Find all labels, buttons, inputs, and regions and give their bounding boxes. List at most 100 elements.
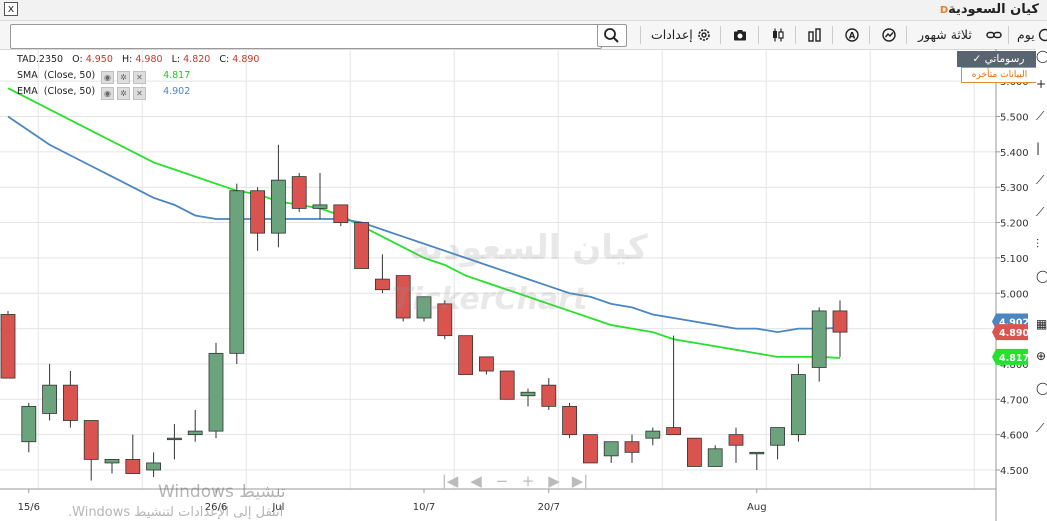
activation-subtitle: انتقل إلى الإعدادات لتنشيط Windows. xyxy=(68,505,284,520)
scroll-start-icon[interactable]: |◀ xyxy=(437,472,463,490)
gear-icon[interactable] xyxy=(697,28,711,42)
legend-sma-label: SMA (Close, 50) xyxy=(17,70,95,81)
gear-icon[interactable]: ✲ xyxy=(117,87,131,100)
magnet-icon[interactable]: ◯ xyxy=(1036,381,1047,395)
candle-body xyxy=(624,441,640,453)
legend-open: 4.950 xyxy=(85,54,113,65)
camera-icon[interactable] xyxy=(733,28,747,42)
toolbar-separator xyxy=(1008,26,1009,44)
gear-icon[interactable]: ✲ xyxy=(117,71,131,84)
search-input[interactable] xyxy=(10,24,602,49)
candle-body xyxy=(749,451,765,455)
collapse-icon[interactable]: ◯ xyxy=(1036,49,1047,63)
settings-button[interactable]: إعدادات xyxy=(651,27,693,42)
eye-icon[interactable]: ◉ xyxy=(101,71,115,84)
zoom-out-icon[interactable]: − xyxy=(489,472,515,490)
toolbar-separator xyxy=(906,26,907,44)
ruler-icon[interactable]: ⟋ xyxy=(1036,421,1047,436)
clock-icon[interactable] xyxy=(1038,28,1047,42)
x-tick-label: 15/6 xyxy=(18,502,40,513)
link-icon[interactable] xyxy=(986,28,1002,42)
candle-body xyxy=(687,437,702,467)
candle-body xyxy=(333,204,349,223)
candle-body xyxy=(63,384,78,421)
eye-icon[interactable]: ◉ xyxy=(101,87,115,100)
candle-body xyxy=(42,384,57,414)
sma-params: (Close, 50) xyxy=(43,70,96,81)
candle-body xyxy=(83,420,99,460)
realtime-label: رسوماتي xyxy=(984,53,1025,65)
crosshair-icon[interactable]: + xyxy=(1036,77,1047,91)
chart-navigation: |◀ ◀ − + ▶ ▶| xyxy=(437,472,593,490)
y-tick-label: 5.000 xyxy=(1000,289,1029,300)
indicators-icon[interactable] xyxy=(808,28,822,42)
legend-sma: SMA (Close, 50) ◉ ✲ ✕ 4.817 xyxy=(17,70,259,86)
candle-body xyxy=(374,278,390,291)
period-label: يوم xyxy=(1017,27,1035,42)
scroll-right-icon[interactable]: ▶ xyxy=(541,472,567,490)
candle-body xyxy=(312,204,328,209)
scroll-left-icon[interactable]: ◀ xyxy=(463,472,489,490)
legend-symbol: TAD.2350 xyxy=(17,54,64,65)
toolbar-separator xyxy=(758,26,759,44)
ema-params: (Close, 50) xyxy=(43,86,96,97)
add-icon[interactable]: ⊕ xyxy=(1036,349,1047,363)
vertical-line-icon[interactable]: | xyxy=(1036,141,1047,155)
legend-sma-value: 4.817 xyxy=(163,70,191,81)
search-button[interactable] xyxy=(597,24,627,47)
candle-body xyxy=(770,427,785,446)
grid-icon[interactable]: ▦ xyxy=(1036,317,1047,331)
candle-body xyxy=(791,374,806,436)
sma-name: SMA xyxy=(17,70,38,81)
title-text: كيان السعودية xyxy=(948,2,1039,17)
candle-body xyxy=(478,356,494,372)
shape-icon[interactable]: ◯ xyxy=(1036,269,1047,283)
scroll-end-icon[interactable]: ▶| xyxy=(567,472,593,490)
realtime-button[interactable]: رسوماتي ✓ xyxy=(957,51,1040,67)
legend-open-label: O: xyxy=(72,54,83,65)
candle-body xyxy=(499,370,515,400)
trendline-icon[interactable]: ⟋ xyxy=(1036,109,1047,124)
fib-icon[interactable]: ⟋ xyxy=(1036,205,1047,220)
y-tick-label: 5.100 xyxy=(1000,254,1029,265)
candle-body xyxy=(811,310,827,368)
toolbar-separator xyxy=(720,26,721,44)
close-icon[interactable]: ✕ xyxy=(133,71,147,84)
candle-body xyxy=(166,437,182,441)
zoom-in-icon[interactable]: + xyxy=(515,472,541,490)
close-icon[interactable]: ✕ xyxy=(133,87,147,100)
y-tick-label: 5.300 xyxy=(1000,183,1029,194)
candle-body xyxy=(0,314,16,379)
price-badge-label: 4.817 xyxy=(999,353,1029,364)
legend-high-label: H: xyxy=(121,54,133,65)
x-tick-label: 20/7 xyxy=(538,502,560,513)
ema-name: EMA xyxy=(17,86,38,97)
range-label: ثلاثة شهور xyxy=(918,27,972,42)
watermark-arabic: كيان السعودية xyxy=(410,228,648,268)
x-tick-label: 10/7 xyxy=(413,502,435,513)
legend-high: 4.980 xyxy=(135,54,163,65)
search-icon xyxy=(604,28,619,43)
close-icon[interactable]: x xyxy=(4,2,18,16)
candle-body xyxy=(520,391,536,397)
candle-body xyxy=(146,462,162,471)
pattern-icon[interactable]: ⫶ xyxy=(1036,237,1047,252)
candle-body xyxy=(229,190,245,354)
channel-icon[interactable]: ⟋ xyxy=(1036,173,1047,188)
candle-body xyxy=(583,434,598,464)
range-selector[interactable]: ثلاثة شهور xyxy=(918,27,972,42)
line-chart-icon[interactable] xyxy=(882,28,896,42)
candle-body xyxy=(832,310,848,333)
candle-type-icon[interactable] xyxy=(771,28,785,42)
period-selector[interactable]: يوم xyxy=(1017,27,1035,42)
settings-label: إعدادات xyxy=(651,27,693,42)
candle-body xyxy=(291,176,307,209)
drawing-tools-icon[interactable]: A xyxy=(845,28,859,42)
candle-body xyxy=(21,405,37,443)
watermark-brand: TickerChart xyxy=(392,282,588,317)
realtime-panel: رسوماتي ✓ البيانات متأخره xyxy=(957,51,1040,84)
candle-body xyxy=(707,448,723,467)
price-badge-label: 4.890 xyxy=(999,328,1029,339)
toolbar-separator xyxy=(869,26,870,44)
right-toolbar: ◯ + ⟋ | ⟋ ⟋ ⫶ ◯ ▦ ⊕ ◯ ⟋ xyxy=(1036,49,1047,521)
